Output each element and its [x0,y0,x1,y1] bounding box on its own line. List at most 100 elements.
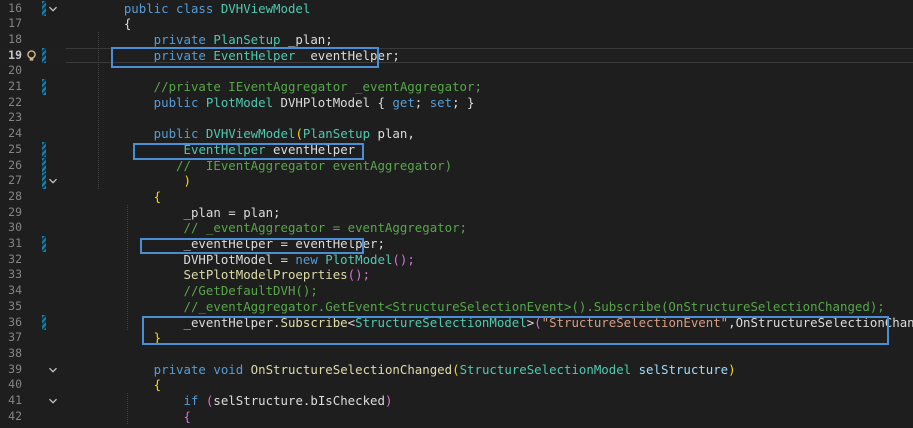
code-text: { [94,409,191,425]
code-line[interactable]: 40 { [0,377,913,393]
chevron-down-icon[interactable] [47,3,59,15]
change-marker [42,141,46,158]
code-line[interactable]: 22 public PlotModel DVHPlotModel { get; … [0,95,913,111]
indent-guide [127,204,128,331]
change-marker [42,79,46,95]
code-line[interactable]: 42 { [0,409,913,425]
line-number: 39 [8,361,22,376]
chevron-down-icon[interactable] [47,175,59,187]
code-token: selStructure [631,361,729,377]
code-line[interactable]: 37 } [0,330,913,346]
code-token: ) [728,361,736,377]
code-text: private EventHelper _eventHelper; [94,48,400,64]
code-line[interactable]: 30 // _eventAggregator = eventAggregator… [0,220,913,236]
code-token: EventHelper [213,47,296,63]
code-token: DVHPlotModel = [94,251,296,267]
code-text: ) [94,173,191,189]
code-line[interactable]: 36 _eventHelper.Subscribe<StructureSelec… [0,314,913,331]
code-token: ; } [452,94,475,110]
code-token: ,OnStructureSelectionChanged [728,314,913,330]
code-line[interactable]: 31 _eventHelper = eventHelper; [0,236,913,252]
code-text: } [94,330,161,346]
code-token: new [295,251,326,267]
code-line[interactable]: 25 EventHelper eventHelper [0,141,913,158]
line-number: 41 [8,393,22,407]
code-token: EventHelper [183,141,266,157]
line-number: 20 [8,63,22,78]
code-token: ) [384,393,393,408]
code-token: public class [94,0,221,16]
code-token: _plan; [280,31,333,47]
indent-guide [127,393,128,425]
line-number: 16 [8,0,22,15]
line-number: 22 [8,94,22,109]
code-token: public [94,126,206,142]
lightbulb-icon[interactable] [26,49,37,62]
code-token: private [94,47,214,63]
code-token: ( [452,361,460,377]
code-text: { [94,189,161,205]
code-line[interactable]: 32 DVHPlotModel = new PlotModel(); [0,252,913,268]
code-text: DVHPlotModel = new PlotModel(); [94,252,415,268]
code-text: public DVHViewModel(PlanSetup plan, [94,126,415,142]
code-token: plan, [370,126,415,142]
code-token: StructureSelectionModel [355,314,527,330]
code-token: _plan = plan; [94,204,281,220]
code-token: (); [347,267,371,283]
line-number: 17 [8,16,22,31]
code-line[interactable]: 38 [0,346,913,362]
code-line[interactable]: 28 { [0,189,913,205]
code-line[interactable]: 20 [0,63,913,79]
code-text: { [94,16,131,32]
change-marker [42,236,46,252]
code-token: set [429,94,453,110]
code-token: PlotModel [205,94,274,110]
chevron-down-icon[interactable] [47,364,59,376]
code-token: _eventHelper. [94,314,281,330]
code-token: ( [295,126,303,142]
code-token: eventHelper [265,141,356,157]
line-number: 42 [8,408,22,423]
code-line[interactable]: 27 ) [0,173,913,189]
code-token: { [94,16,132,32]
code-line[interactable]: 39 private void OnStructureSelectionChan… [0,362,913,378]
indent-guide [98,31,99,189]
code-line[interactable]: 29 _plan = plan; [0,205,913,221]
code-token: private [94,31,214,47]
line-number: 33 [8,267,22,282]
code-line[interactable]: 18 private PlanSetup _plan; [0,32,913,48]
code-token: _eventHelper; [295,47,400,63]
code-token: } [94,330,162,346]
code-line[interactable]: 35 //_eventAggregator.GetEvent<Structure… [0,299,913,315]
code-line[interactable]: 16 public class DVHViewModel [0,0,913,17]
code-line[interactable]: 23 [0,110,913,126]
line-number: 29 [8,204,22,219]
code-token: { [377,94,393,110]
code-line[interactable]: 24 public DVHViewModel(PlanSetup plan, [0,126,913,142]
code-text: _eventHelper = eventHelper; [94,236,385,252]
line-number: 35 [8,298,22,313]
code-line[interactable]: 17 { [0,16,913,32]
code-line[interactable]: 19 private EventHelper _eventHelper; [0,47,913,64]
code-token: SetPlotModelProeprties [183,267,348,283]
code-line[interactable]: 41 if (selStructure.bIsChecked) [0,393,913,409]
code-token: ; [414,94,430,110]
line-number: 28 [8,188,22,203]
code-editor[interactable]: 16 public class DVHViewModel 17 {18 priva… [0,0,913,428]
line-number: 24 [8,126,22,141]
code-line[interactable]: 26 // IEventAggregator eventAggregator) [0,157,913,174]
code-line[interactable]: 21 //private IEventAggregator _eventAggr… [0,79,913,95]
code-token: "StructureSelectionEvent" [541,314,729,330]
code-text: // IEventAggregator eventAggregator) [94,158,452,174]
code-line[interactable]: 34 //GetDefaultDVH(); [0,283,913,299]
code-line[interactable]: 33 SetPlotModelProeprties(); [0,267,913,283]
code-token: OnStructureSelectionChanged [250,361,453,377]
code-token: { [94,188,162,204]
code-text: EventHelper eventHelper [94,141,356,158]
chevron-down-icon[interactable] [47,395,59,407]
line-number: 23 [8,110,22,125]
